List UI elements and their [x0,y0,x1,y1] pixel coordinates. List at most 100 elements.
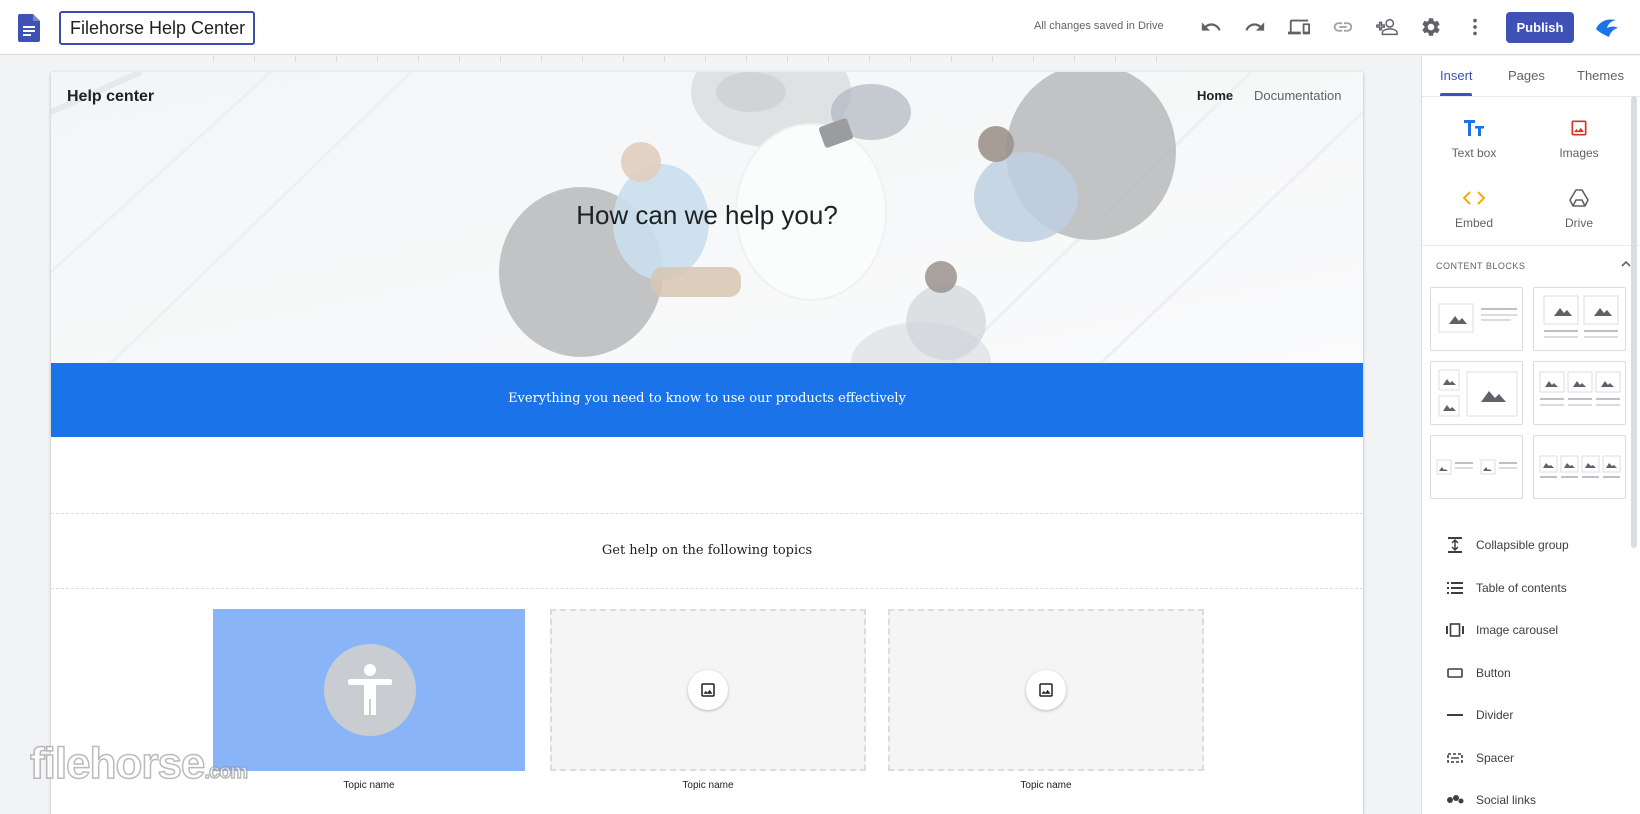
image-carousel-icon [1446,621,1464,639]
ruler-tick [459,56,460,62]
nav-link-documentation[interactable]: Documentation [1254,88,1341,103]
filehorse-watermark: filehorse.com [29,738,249,789]
collapsible-group-icon [1446,536,1464,554]
ruler-tick [500,56,501,62]
topics-heading[interactable]: Get help on the following topics [51,543,1363,558]
insert-button[interactable]: Button [1446,661,1511,685]
list-item-label: Table of contents [1476,581,1567,595]
tab-insert[interactable]: Insert [1440,68,1473,83]
redo-icon[interactable] [1241,13,1269,41]
content-block-two-images[interactable] [1533,287,1626,351]
site-title[interactable]: Help center [67,88,154,106]
ruler-tick [336,56,337,62]
insert-collapsible-group[interactable]: Collapsible group [1446,533,1569,557]
insert-divider[interactable]: Divider [1446,703,1513,727]
undo-icon[interactable] [1197,13,1225,41]
more-vert-icon[interactable] [1461,13,1489,41]
tab-themes[interactable]: Themes [1577,68,1624,83]
ruler-tick [623,56,624,62]
document-title-input[interactable]: Filehorse Help Center [59,11,255,45]
preview-icon[interactable] [1285,13,1313,41]
content-block-image-text-pairs[interactable] [1430,435,1523,499]
embed-icon [1424,186,1524,210]
spacer-icon [1446,749,1464,767]
link-icon[interactable] [1329,13,1357,41]
panel-scrollbar[interactable] [1631,96,1637,548]
insert-item-label: Drive [1564,216,1593,230]
ruler-tick [582,56,583,62]
insert-embed-button[interactable]: Embed [1424,186,1524,230]
tagline-band[interactable]: Everything you need to know to use our p… [51,363,1363,437]
content-block-image-text[interactable] [1430,287,1523,351]
insert-images-button[interactable]: Images [1529,116,1629,160]
insert-drive-button[interactable]: Drive [1529,186,1629,230]
save-status: All changes saved in Drive [1034,20,1164,32]
account-avatar[interactable] [1592,12,1622,42]
hero-section[interactable]: Help center Home Documentation How can w… [51,72,1363,363]
insert-panel: Insert Pages Themes Text box Images Embe… [1421,56,1640,814]
list-item-label: Button [1476,666,1511,680]
ruler-tick [1115,56,1116,62]
ruler [213,56,1173,62]
list-item-label: Image carousel [1476,623,1559,637]
section-divider [51,588,1363,589]
section-divider [51,513,1363,514]
ruler-tick [746,56,747,62]
topic-label[interactable]: Topic name [213,780,525,791]
topic-label[interactable]: Topic name [888,780,1204,791]
insert-table-of-contents[interactable]: Table of contents [1446,576,1567,600]
share-icon[interactable] [1373,13,1401,41]
list-item-label: Spacer [1476,751,1515,765]
ruler-tick [664,56,665,62]
ruler-tick [951,56,952,62]
ruler-tick [254,56,255,62]
content-block-three-images[interactable] [1533,361,1626,425]
insert-spacer[interactable]: Spacer [1446,746,1514,770]
button-icon [1446,664,1464,682]
ruler-tick [1033,56,1034,62]
site-canvas[interactable]: Help center Home Documentation How can w… [51,72,1363,814]
add-image-icon[interactable] [1026,670,1066,710]
content-block-image-grid[interactable] [1430,361,1523,425]
ruler-tick [910,56,911,62]
panel-divider [1422,245,1640,246]
drive-icon [1529,186,1629,210]
ruler-tick [213,56,214,62]
publish-button[interactable]: Publish [1506,12,1574,43]
text-box-icon [1424,116,1524,140]
topic-label[interactable]: Topic name [550,780,866,791]
ruler-tick [828,56,829,62]
ruler-tick [1156,56,1157,62]
insert-text-box-button[interactable]: Text box [1424,116,1524,160]
list-item-label: Divider [1476,708,1514,722]
settings-icon[interactable] [1417,13,1445,41]
social-links-icon [1446,791,1464,809]
ruler-tick [869,56,870,62]
ruler-tick [541,56,542,62]
list-item-label: Social links [1476,793,1537,807]
tab-pages[interactable]: Pages [1508,68,1545,83]
tabs-divider [1422,96,1640,97]
topic-card-placeholder[interactable] [888,609,1204,771]
ruler-tick [787,56,788,62]
insert-item-label: Images [1559,146,1599,160]
topic-card-image[interactable] [213,609,525,771]
sites-logo-icon[interactable] [18,14,40,42]
ruler-tick [295,56,296,62]
top-bar: Filehorse Help Center All changes saved … [0,0,1640,55]
add-image-icon[interactable] [688,670,728,710]
tagline-text[interactable]: Everything you need to know to use our p… [51,391,1363,406]
divider-icon [1446,706,1464,724]
content-block-four-images[interactable] [1533,435,1626,499]
nav-link-home[interactable]: Home [1197,88,1233,103]
table-of-contents-icon [1446,579,1464,597]
ruler-tick [992,56,993,62]
ruler-tick [1074,56,1075,62]
hero-heading[interactable]: How can we help you? [51,200,1363,231]
insert-social-links[interactable]: Social links [1446,788,1536,812]
insert-image-carousel[interactable]: Image carousel [1446,618,1558,642]
topic-card-placeholder[interactable] [550,609,866,771]
list-item-label: Collapsible group [1476,538,1569,552]
insert-item-label: Embed [1454,216,1494,230]
image-icon [1529,116,1629,140]
